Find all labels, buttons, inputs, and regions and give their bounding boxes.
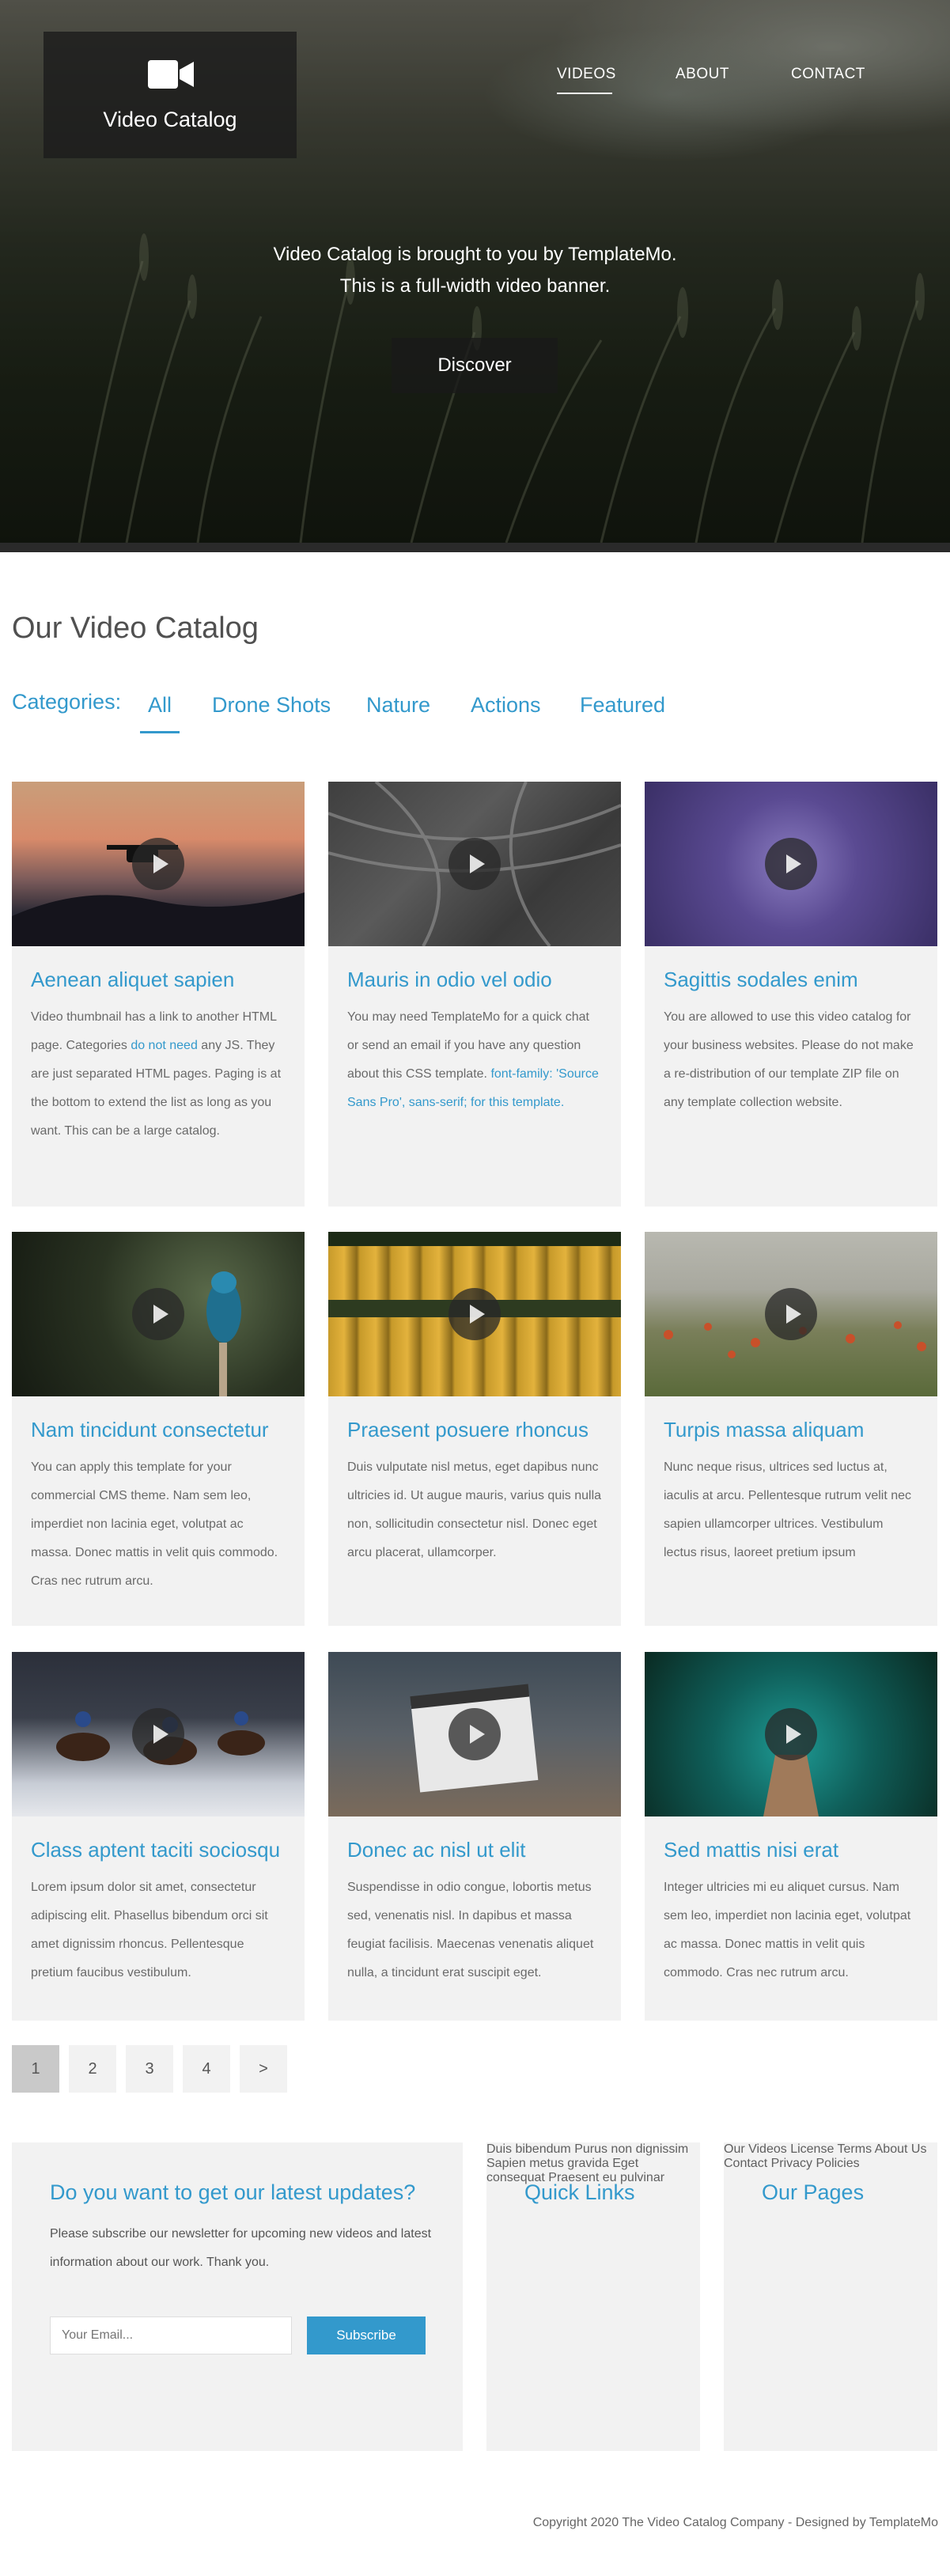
hero-line-1: Video Catalog is brought to you by Templ… bbox=[273, 244, 677, 265]
video-description: You are allowed to use this video catalo… bbox=[664, 1010, 914, 1109]
video-title[interactable]: Praesent posuere rhoncus bbox=[328, 1396, 621, 1442]
play-button[interactable] bbox=[132, 1708, 184, 1760]
play-icon bbox=[786, 1305, 801, 1324]
play-button[interactable] bbox=[765, 1708, 817, 1760]
page-next[interactable]: > bbox=[240, 2045, 287, 2093]
quick-link[interactable]: Duis bibendum bbox=[486, 2142, 571, 2156]
category-drone-shots[interactable]: Drone Shots bbox=[212, 693, 331, 718]
play-button[interactable] bbox=[132, 1288, 184, 1340]
page-link[interactable]: License Terms bbox=[790, 2142, 872, 2156]
play-icon bbox=[470, 1305, 485, 1324]
newsletter-text: Please subscribe our newsletter for upco… bbox=[50, 2227, 432, 2269]
nav-about[interactable]: ABOUT bbox=[676, 66, 729, 83]
discover-button[interactable]: Discover bbox=[392, 338, 558, 393]
video-thumbnail[interactable] bbox=[645, 1232, 937, 1396]
video-card[interactable]: Aenean aliquet sapien Video thumbnail ha… bbox=[12, 782, 305, 1207]
play-icon bbox=[153, 1725, 168, 1744]
play-icon bbox=[786, 854, 801, 873]
video-title[interactable]: Aenean aliquet sapien bbox=[12, 946, 305, 992]
category-filter: Categories: All Drone Shots Nature Actio… bbox=[12, 690, 945, 733]
copyright-text: Copyright 2020 The Video Catalog Company… bbox=[532, 2516, 938, 2529]
description-link[interactable]: do not need bbox=[131, 1039, 198, 1052]
page-2[interactable]: 2 bbox=[69, 2045, 116, 2093]
hero-text: Video Catalog is brought to you by Templ… bbox=[0, 239, 950, 302]
video-description: Nunc neque risus, ultrices sed luctus at… bbox=[664, 1460, 912, 1559]
nav-active-indicator bbox=[557, 93, 612, 94]
video-thumbnail[interactable] bbox=[12, 1232, 305, 1396]
email-input[interactable] bbox=[50, 2317, 292, 2354]
play-icon bbox=[153, 1305, 168, 1324]
newsletter-title: Do you want to get our latest updates? bbox=[50, 2180, 416, 2204]
main-nav: VIDEOS ABOUT CONTACT bbox=[0, 66, 950, 97]
page-link[interactable]: About Us bbox=[875, 2142, 927, 2156]
quick-links-title: Quick Links bbox=[524, 2180, 635, 2204]
video-title[interactable]: Mauris in odio vel odio bbox=[328, 946, 621, 992]
page-4[interactable]: 4 bbox=[183, 2045, 230, 2093]
our-pages-title: Our Pages bbox=[762, 2180, 865, 2204]
video-card[interactable]: Donec ac nisl ut elit Suspendisse in odi… bbox=[328, 1652, 621, 2021]
page-1[interactable]: 1 bbox=[12, 2045, 59, 2093]
video-card[interactable]: Nam tincidunt consectetur You can apply … bbox=[12, 1232, 305, 1626]
video-title[interactable]: Sagittis sodales enim bbox=[645, 946, 937, 992]
quick-link[interactable]: Sapien metus gravida bbox=[486, 2157, 609, 2170]
video-description: Suspendisse in odio congue, lobortis met… bbox=[347, 1881, 594, 1979]
video-description: Lorem ipsum dolor sit amet, consectetur … bbox=[31, 1881, 268, 1979]
quick-link[interactable]: Purus non dignissim bbox=[574, 2142, 688, 2156]
video-description: You may need TemplateMo for a quick chat… bbox=[328, 992, 621, 1117]
video-card[interactable]: Sed mattis nisi erat Integer ultricies m… bbox=[645, 1652, 937, 2021]
category-featured[interactable]: Featured bbox=[580, 693, 665, 718]
categories-label: Categories: bbox=[12, 690, 122, 714]
video-thumbnail[interactable] bbox=[645, 782, 937, 946]
video-card[interactable]: Sagittis sodales enim You are allowed to… bbox=[645, 782, 937, 1207]
video-card[interactable]: Turpis massa aliquam Nunc neque risus, u… bbox=[645, 1232, 937, 1626]
video-card[interactable]: Class aptent taciti sociosqu Lorem ipsum… bbox=[12, 1652, 305, 2021]
video-title[interactable]: Sed mattis nisi erat bbox=[645, 1816, 937, 1862]
play-icon bbox=[470, 854, 485, 873]
play-icon bbox=[470, 1725, 485, 1744]
catalog-title: Our Video Catalog bbox=[12, 612, 259, 645]
video-description: Video thumbnail has a link to another HT… bbox=[12, 992, 305, 1146]
play-button[interactable] bbox=[132, 838, 184, 890]
our-pages-box: Our Pages Our Videos License Terms About… bbox=[724, 2142, 937, 2451]
subscribe-button[interactable]: Subscribe bbox=[307, 2317, 426, 2354]
video-card[interactable]: Mauris in odio vel odio You may need Tem… bbox=[328, 782, 621, 1207]
video-description: You can apply this template for your com… bbox=[31, 1460, 278, 1588]
play-icon bbox=[153, 854, 168, 873]
play-button[interactable] bbox=[449, 1288, 501, 1340]
play-button[interactable] bbox=[449, 838, 501, 890]
page-link[interactable]: Our Videos bbox=[724, 2142, 787, 2156]
category-actions[interactable]: Actions bbox=[471, 693, 541, 718]
description-text: any JS. They are just separated HTML pag… bbox=[31, 1039, 282, 1138]
page-link[interactable]: Contact bbox=[724, 2157, 767, 2170]
video-thumbnail[interactable] bbox=[645, 1652, 937, 1816]
page-3[interactable]: 3 bbox=[126, 2045, 173, 2093]
category-nature[interactable]: Nature bbox=[366, 693, 430, 718]
brand-name: Video Catalog bbox=[103, 108, 237, 131]
play-button[interactable] bbox=[765, 838, 817, 890]
video-thumbnail[interactable] bbox=[328, 1652, 621, 1816]
video-thumbnail[interactable] bbox=[328, 1232, 621, 1396]
video-thumbnail[interactable] bbox=[12, 782, 305, 946]
page-link[interactable]: Privacy Policies bbox=[771, 2157, 860, 2170]
video-title[interactable]: Donec ac nisl ut elit bbox=[328, 1816, 621, 1862]
nav-videos[interactable]: VIDEOS bbox=[557, 66, 616, 83]
nav-contact[interactable]: CONTACT bbox=[791, 66, 865, 83]
video-card[interactable]: Praesent posuere rhoncus Duis vulputate … bbox=[328, 1232, 621, 1626]
video-thumbnail[interactable] bbox=[12, 1652, 305, 1816]
video-title[interactable]: Class aptent taciti sociosqu bbox=[12, 1816, 305, 1862]
play-button[interactable] bbox=[765, 1288, 817, 1340]
play-button[interactable] bbox=[449, 1708, 501, 1760]
hero-divider bbox=[0, 543, 950, 552]
video-description: Integer ultricies mi eu aliquet cursus. … bbox=[664, 1881, 911, 1979]
video-title[interactable]: Nam tincidunt consectetur bbox=[12, 1396, 305, 1442]
quick-links-box: Quick Links Duis bibendum Purus non dign… bbox=[486, 2142, 700, 2451]
video-thumbnail[interactable] bbox=[328, 782, 621, 946]
category-all[interactable]: All bbox=[148, 693, 172, 718]
newsletter-box: Do you want to get our latest updates? P… bbox=[12, 2142, 463, 2451]
video-title[interactable]: Turpis massa aliquam bbox=[645, 1396, 937, 1442]
hero-line-2: This is a full-width video banner. bbox=[339, 275, 611, 297]
play-icon bbox=[786, 1725, 801, 1744]
category-active-indicator bbox=[140, 731, 180, 733]
video-description: Duis vulputate nisl metus, eget dapibus … bbox=[347, 1460, 602, 1559]
